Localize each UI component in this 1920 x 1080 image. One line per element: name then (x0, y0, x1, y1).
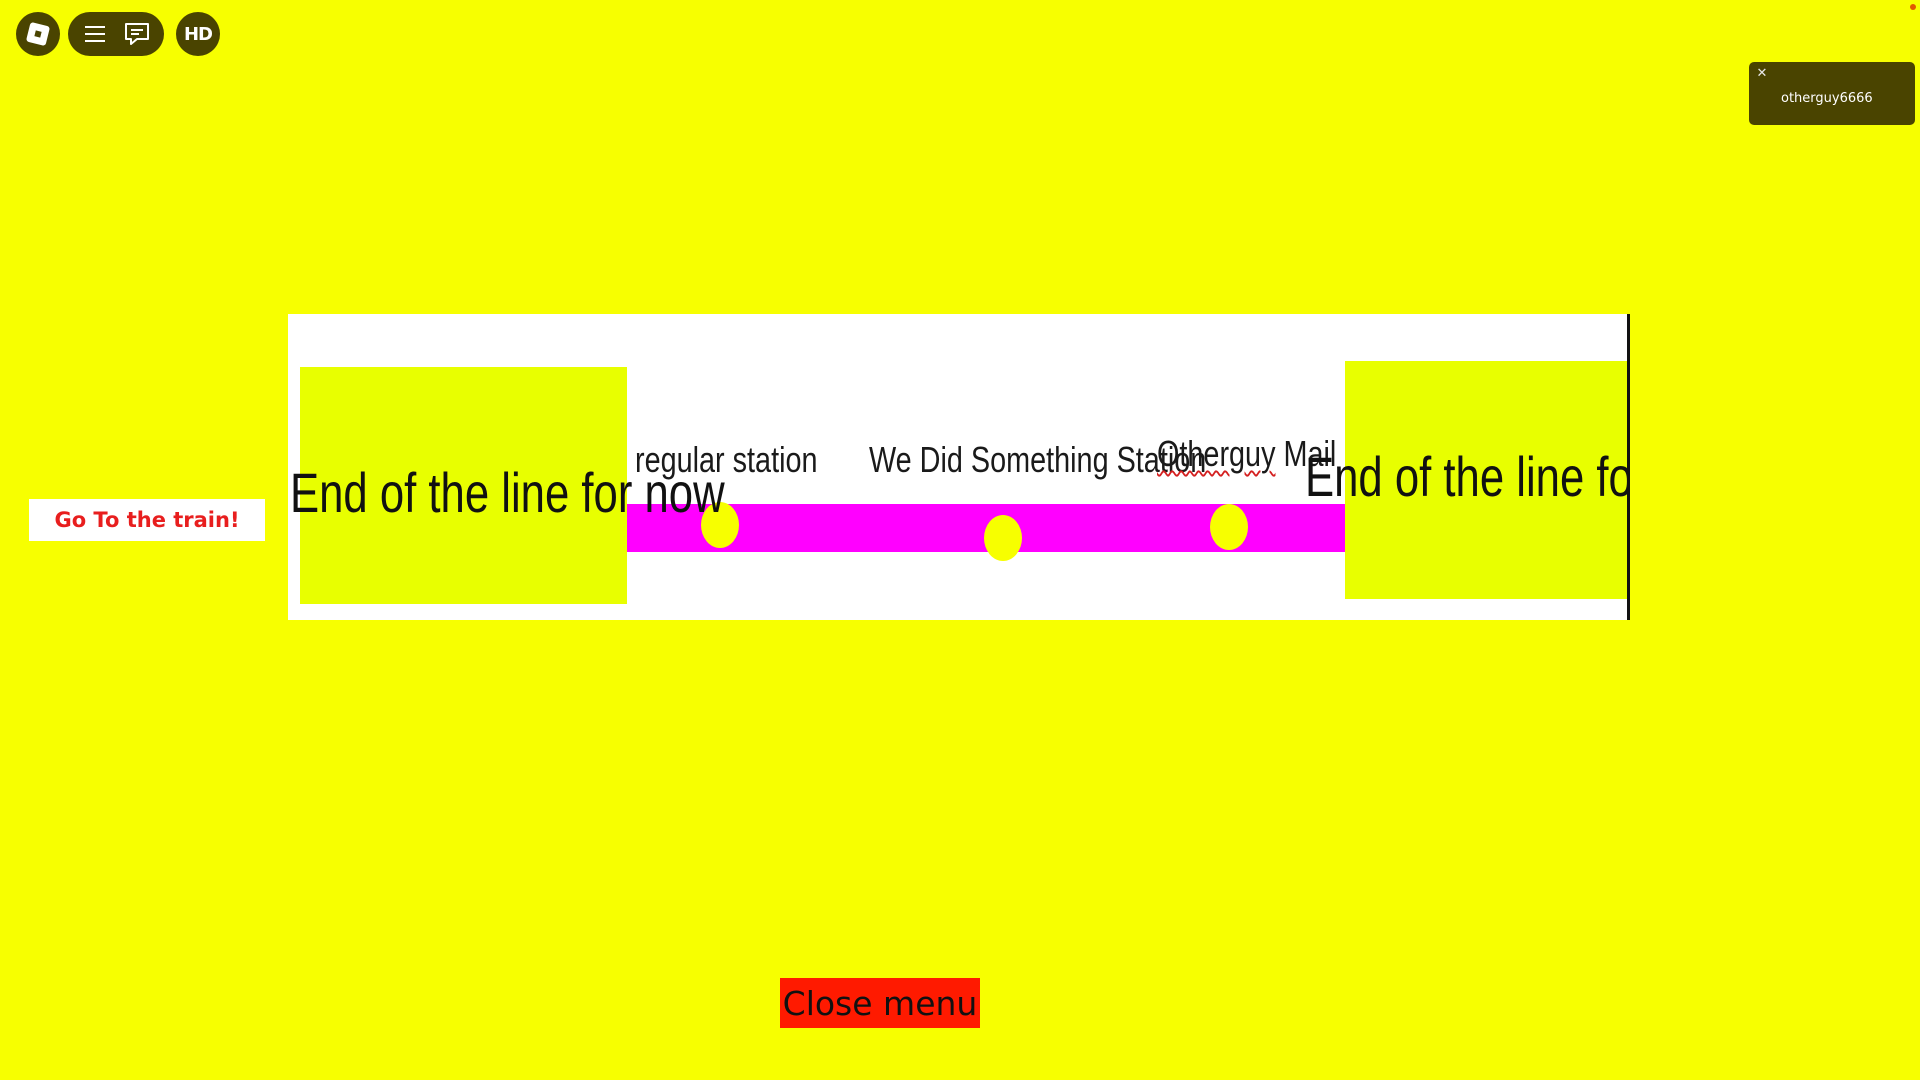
train-line-map: regular station We Did Something Station… (288, 314, 1630, 620)
end-of-line-text-left: End of the line for now (290, 461, 725, 524)
station-label-otherguy: Otherguy (1157, 433, 1276, 474)
status-dot (1910, 4, 1916, 10)
notification-username: otherguy6666 (1781, 91, 1873, 106)
topbar-menu-chat-pill (68, 12, 164, 56)
roblox-menu-button[interactable] (16, 12, 60, 56)
avatar-hd-button[interactable]: HD (176, 12, 220, 56)
roblox-logo-icon (25, 21, 51, 47)
hamburger-menu-icon[interactable] (77, 16, 113, 52)
hd-label: HD (183, 23, 213, 45)
game-viewport: HD ✕ otherguy6666 Go To the train! regul… (0, 0, 1920, 1080)
close-menu-button[interactable]: Close menu (780, 978, 980, 1028)
player-notification: ✕ otherguy6666 (1749, 62, 1915, 125)
go-to-train-button[interactable]: Go To the train! (29, 499, 265, 541)
close-icon[interactable]: ✕ (1755, 66, 1769, 81)
station-marker-we-did-something[interactable] (984, 515, 1022, 561)
station-label-we-did-something: We Did Something Station (869, 439, 1207, 480)
end-of-line-text-right: End of the line for now (1305, 445, 1627, 508)
station-marker-otherguy-mail[interactable] (1210, 504, 1248, 550)
chat-bubble-icon[interactable] (119, 16, 155, 52)
